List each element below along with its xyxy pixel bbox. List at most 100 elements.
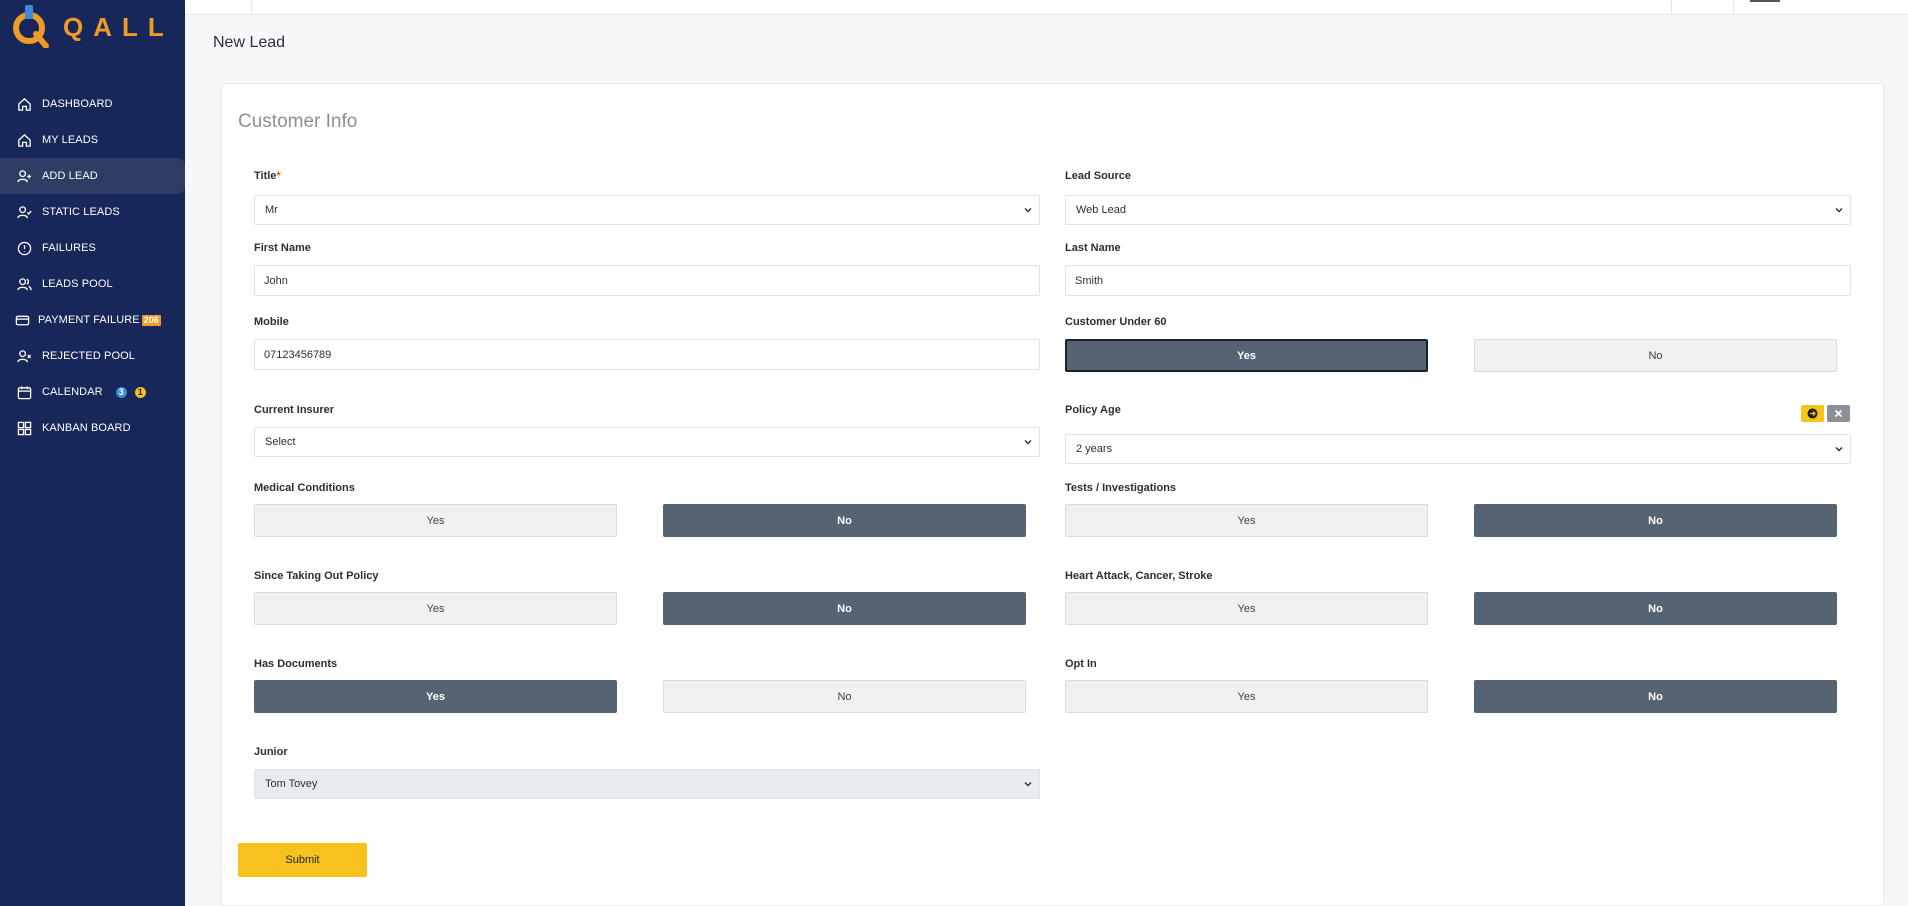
policy-age-select-value: 2 years xyxy=(1076,443,1113,455)
title-select-value: Mr xyxy=(265,204,278,216)
sidebar-item-label: ADD LEAD xyxy=(42,170,98,182)
sidebar-item-rejected-pool[interactable]: REJECTED POOL xyxy=(0,338,185,374)
mobile-input[interactable]: 07123456789 xyxy=(254,339,1040,370)
sidebar-item-label: CALENDAR xyxy=(42,386,103,398)
sidebar-item-label: STATIC LEADS xyxy=(42,206,120,218)
submit-button[interactable]: Submit xyxy=(238,843,367,877)
topbar-divider xyxy=(1671,0,1672,14)
last-name-input[interactable]: Smith xyxy=(1065,265,1851,296)
sidebar-item-calendar[interactable]: CALENDAR 3 1 xyxy=(0,374,185,410)
calendar-icon xyxy=(17,385,32,400)
customer-under-60-label: Customer Under 60 xyxy=(1065,316,1167,328)
required-mark: * xyxy=(276,170,281,182)
title-label-text: Title xyxy=(254,170,277,182)
add-policy-age-button[interactable] xyxy=(1801,405,1824,422)
opt-in-yes-button[interactable]: Yes xyxy=(1065,680,1428,713)
logo-mark-icon xyxy=(13,5,49,49)
customer-under-60-yes-button[interactable]: Yes xyxy=(1065,339,1428,372)
close-icon xyxy=(1834,409,1843,418)
calendar-count-badge: 3 xyxy=(115,386,127,398)
sidebar-item-payment-failure[interactable]: PAYMENT FAILURE 206 xyxy=(0,302,185,338)
junior-select-value: Tom Tovey xyxy=(265,778,318,790)
heart-attack-cancer-stroke-label: Heart Attack, Cancer, Stroke xyxy=(1065,570,1213,582)
last-name-label: Last Name xyxy=(1065,242,1121,254)
tests-investigations-label: Tests / Investigations xyxy=(1065,482,1177,494)
first-name-value: John xyxy=(264,274,288,287)
policy-age-select[interactable]: 2 years xyxy=(1065,434,1851,464)
alert-circle-icon xyxy=(17,241,32,256)
sidebar-item-static-leads[interactable]: STATIC LEADS xyxy=(0,194,185,230)
logo-text: QALL xyxy=(63,12,174,42)
tests-investigations-yes-button[interactable]: Yes xyxy=(1065,504,1428,537)
arrow-circle-icon xyxy=(1807,408,1818,419)
chevron-down-icon xyxy=(1024,781,1032,787)
heart-attack-cancer-stroke-yes-button[interactable]: Yes xyxy=(1065,592,1428,625)
logo: QALL xyxy=(10,4,180,49)
top-bar xyxy=(185,0,1908,15)
grid-icon xyxy=(17,421,32,436)
lead-source-label: Lead Source xyxy=(1065,170,1132,182)
customer-under-60-no-button[interactable]: No xyxy=(1474,339,1837,372)
medical-conditions-no-button[interactable]: No xyxy=(663,504,1026,537)
sidebar-item-label: FAILURES xyxy=(42,242,96,254)
section-title: Customer Info xyxy=(238,111,358,132)
first-name-input[interactable]: John xyxy=(254,265,1040,296)
clear-policy-age-button[interactable] xyxy=(1827,405,1850,422)
lead-source-select[interactable]: Web Lead xyxy=(1065,195,1851,225)
has-documents-no-button[interactable]: No xyxy=(663,680,1026,713)
title-select[interactable]: Mr xyxy=(254,195,1040,225)
title-label: Title* xyxy=(254,170,281,182)
opt-in-label: Opt In xyxy=(1065,658,1097,670)
has-documents-label: Has Documents xyxy=(254,658,338,670)
user-plus-icon xyxy=(17,169,32,184)
mobile-value: 07123456789 xyxy=(264,348,332,361)
chevron-down-icon xyxy=(1024,207,1032,213)
sidebar-item-add-lead[interactable]: ADD LEAD xyxy=(0,158,185,194)
heart-attack-cancer-stroke-no-button[interactable]: No xyxy=(1474,592,1837,625)
since-taking-out-policy-yes-button[interactable]: Yes xyxy=(254,592,617,625)
has-documents-yes-button[interactable]: Yes xyxy=(254,680,617,713)
sidebar-item-failures[interactable]: FAILURES xyxy=(0,230,185,266)
sidebar-item-label: MY LEADS xyxy=(42,134,99,146)
last-name-value: Smith xyxy=(1075,274,1104,287)
medical-conditions-yes-button[interactable]: Yes xyxy=(254,504,617,537)
current-insurer-select[interactable]: Select xyxy=(254,427,1040,457)
chevron-down-icon xyxy=(1835,207,1843,213)
credit-card-icon xyxy=(15,313,30,328)
mobile-label: Mobile xyxy=(254,316,289,328)
current-insurer-select-value: Select xyxy=(265,436,296,448)
since-taking-out-policy-label: Since Taking Out Policy xyxy=(254,570,379,582)
topbar-divider xyxy=(251,0,252,14)
chevron-down-icon xyxy=(1024,439,1032,445)
calendar-alert-badge: 1 xyxy=(134,386,146,398)
sidebar-item-leads-pool[interactable]: LEADS POOL xyxy=(0,266,185,302)
medical-conditions-label: Medical Conditions xyxy=(254,482,355,494)
sidebar-item-dashboard[interactable]: DASHBOARD xyxy=(0,86,185,122)
junior-label: Junior xyxy=(254,746,288,758)
sidebar-item-label: KANBAN BOARD xyxy=(42,422,131,434)
sidebar-item-label: DASHBOARD xyxy=(42,98,113,110)
sidebar-item-label: REJECTED POOL xyxy=(42,350,135,362)
first-name-label: First Name xyxy=(254,242,311,254)
sidebar-item-kanban-board[interactable]: KANBAN BOARD xyxy=(0,410,185,446)
user-x-icon xyxy=(17,349,32,364)
tests-investigations-no-button[interactable]: No xyxy=(1474,504,1837,537)
home-icon xyxy=(17,97,32,112)
sidebar-item-my-leads[interactable]: MY LEADS xyxy=(0,122,185,158)
topbar-divider xyxy=(1733,0,1734,14)
home-icon xyxy=(17,133,32,148)
sidebar-item-label: PAYMENT FAILURE xyxy=(38,314,140,326)
sidebar-item-label: LEADS POOL xyxy=(42,278,113,290)
since-taking-out-policy-no-button[interactable]: No xyxy=(663,592,1026,625)
page-title: New Lead xyxy=(213,34,286,51)
opt-in-no-button[interactable]: No xyxy=(1474,680,1837,713)
user-check-icon xyxy=(17,205,32,220)
junior-select[interactable]: Tom Tovey xyxy=(254,769,1040,799)
sidebar: QALL DASHBOARD MY LEADS ADD LEAD STATIC … xyxy=(0,0,185,906)
topbar-menu-icon[interactable] xyxy=(1750,0,1780,2)
payment-failure-count-badge: 206 xyxy=(141,314,161,326)
customer-info-card: Customer Info Title* Mr Lead Source Web … xyxy=(221,83,1884,906)
chevron-down-icon xyxy=(1835,446,1843,452)
lead-source-select-value: Web Lead xyxy=(1076,204,1126,216)
current-insurer-label: Current Insurer xyxy=(254,404,335,416)
